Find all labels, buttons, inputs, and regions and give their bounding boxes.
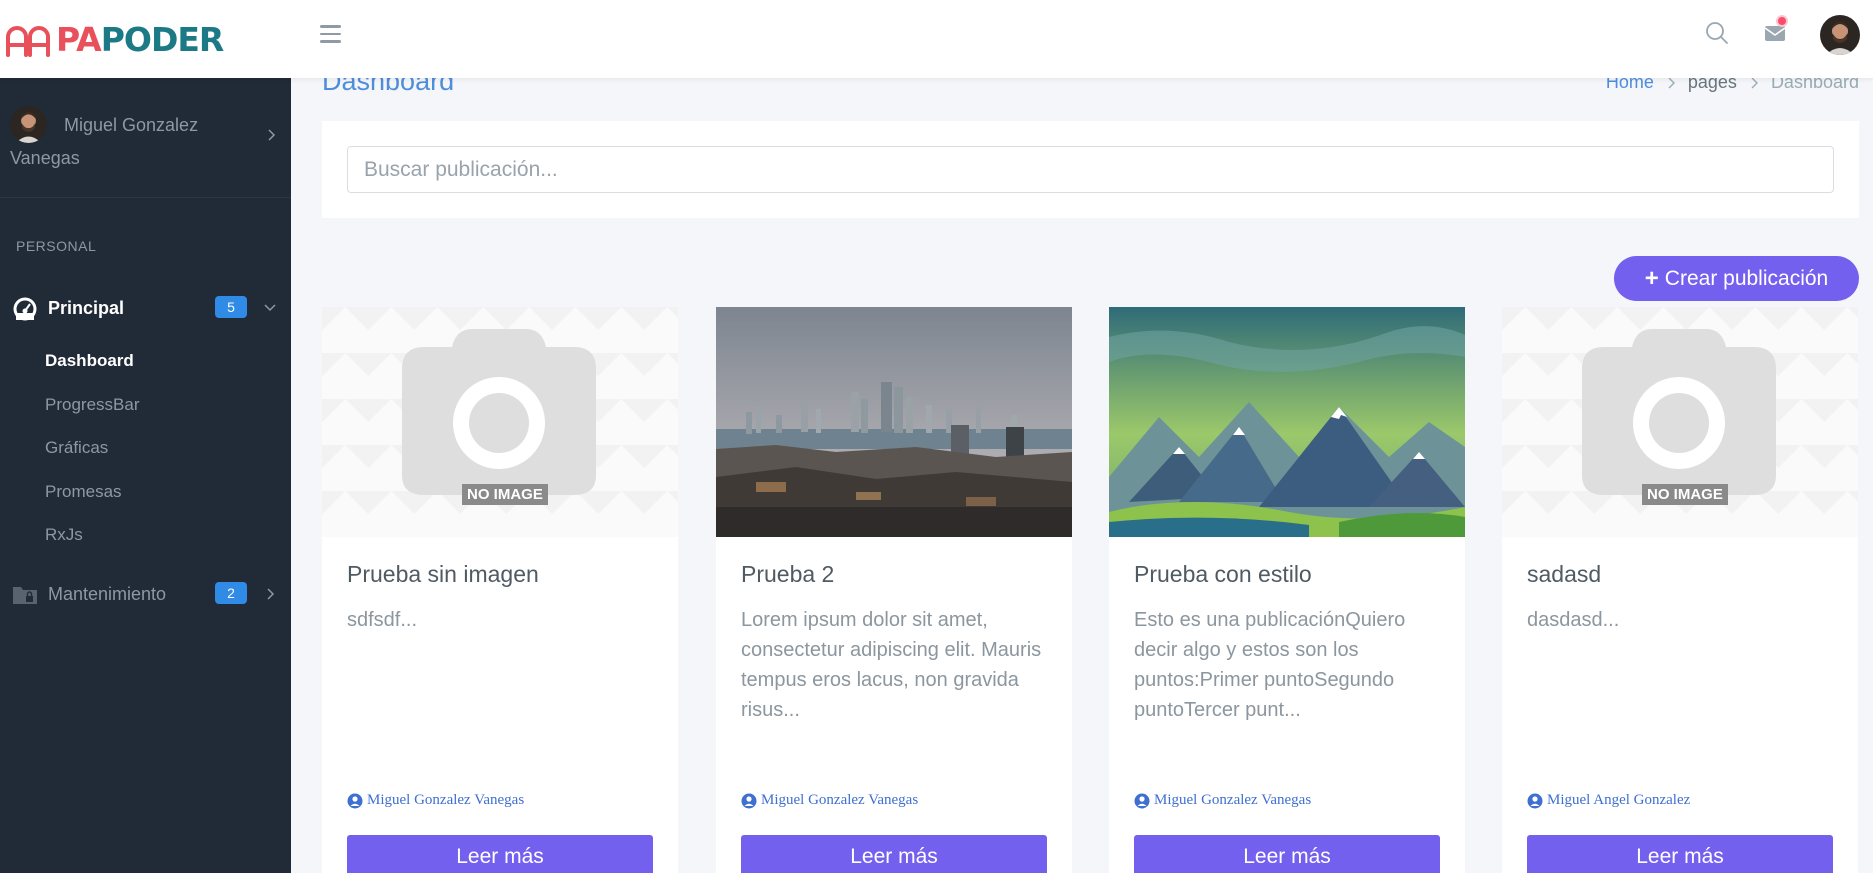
no-image-label: NO IMAGE [1642,484,1728,505]
post-author-name[interactable]: Miguel Gonzalez Vanegas [761,792,918,809]
chevron-down-icon [264,304,276,312]
city-skyline-photo [716,307,1072,537]
brand-logo[interactable]: PAPODER [0,0,291,78]
read-more-button[interactable]: Leer más [1527,835,1833,873]
notification-dot [1776,15,1788,27]
user-circle-icon [347,793,363,808]
nav-section-caption: PERSONAL [16,238,97,254]
post-image-placeholder: NO IMAGE [322,307,678,537]
post-author-name[interactable]: Miguel Angel Gonzalez [1547,792,1690,809]
read-more-button[interactable]: Leer más [1134,835,1440,873]
post-author: Miguel Gonzalez Vanegas [1134,792,1311,809]
user-avatar[interactable] [1820,15,1860,55]
user-circle-icon [741,793,757,808]
post-title: Prueba con estilo [1134,561,1312,587]
search-card [322,121,1859,218]
post-card: NO IMAGE sadasd dasdasd... Miguel Angel … [1502,307,1858,873]
sidebar-item-principal[interactable]: Principal 5 [0,288,291,328]
sidebar: Miguel Gonzalez Vanegas PERSONAL Princip… [0,78,291,873]
sidebar-item-rxjs[interactable]: RxJs [45,525,83,545]
post-author-name[interactable]: Miguel Gonzalez Vanegas [367,792,524,809]
count-badge: 2 [215,582,247,604]
mountains-illustration [1109,307,1465,537]
sidebar-item-dashboard[interactable]: Dashboard [45,351,134,371]
sidebar-item-promesas[interactable]: Promesas [45,482,122,502]
post-title: sadasd [1527,561,1602,587]
top-bar: PAPODER [0,0,1873,78]
post-author: Miguel Gonzalez Vanegas [741,792,918,809]
hamburger-icon-line [320,25,341,28]
sidebar-item-mantenimiento[interactable]: Mantenimiento 2 [0,574,291,614]
post-image-mountains [1109,307,1465,537]
sidebar-item-label: Mantenimiento [48,584,167,604]
read-more-button[interactable]: Leer más [347,835,653,873]
menu-toggle-button[interactable] [320,20,348,48]
chevron-right-icon [267,588,275,600]
sidebar-item-graficas[interactable]: Gráficas [45,438,108,458]
brand-name-part2: PODER [100,19,225,59]
hamburger-icon-line [320,32,341,36]
post-author-name[interactable]: Miguel Gonzalez Vanegas [1154,792,1311,809]
logo-mark-icon [6,26,50,57]
count-badge: 5 [215,296,247,318]
brand-name: PAPODER [56,19,225,59]
brand-name-part1: PA [56,19,102,59]
no-image-label: NO IMAGE [462,484,548,505]
sidebar-user-profile[interactable]: Miguel Gonzalez Vanegas [0,78,291,198]
avatar-image [1820,15,1860,55]
post-excerpt: Esto es una publicaciónQuiero decir algo… [1134,609,1406,721]
post-title: Prueba 2 [741,561,835,587]
post-image-placeholder: NO IMAGE [1502,307,1858,537]
user-circle-icon [1134,793,1150,808]
sidebar-item-label: Principal [48,298,125,318]
search-input[interactable] [347,146,1834,193]
post-card: Prueba 2 Lorem ipsum dolor sit amet, con… [716,307,1072,873]
sidebar-item-progressbar[interactable]: ProgressBar [45,395,139,415]
post-excerpt: sdfsdf... [347,609,418,631]
hamburger-icon-line [320,40,341,43]
create-post-label: Crear publicación [1664,266,1829,290]
user-circle-icon [1527,793,1543,808]
post-card: NO IMAGE Prueba sin imagen sdfsdf... Mig… [322,307,678,873]
camera-icon [1582,329,1776,495]
post-excerpt: Lorem ipsum dolor sit amet, consectetur … [741,609,1042,721]
post-author: Miguel Gonzalez Vanegas [347,792,524,809]
create-post-button[interactable]: + Crear publicación [1614,256,1859,301]
post-excerpt: dasdasd... [1527,609,1620,631]
read-more-button[interactable]: Leer más [741,835,1047,873]
search-icon[interactable] [1702,18,1732,48]
sidebar-user-name[interactable]: Miguel Gonzalez Vanegas [10,109,225,175]
plus-icon: + [1644,264,1659,292]
post-title: Prueba sin imagen [347,561,539,587]
post-author: Miguel Angel Gonzalez [1527,792,1690,809]
chevron-right-icon[interactable] [265,128,277,142]
post-image-city [716,307,1072,537]
gauge-icon [13,297,37,321]
post-card: Prueba con estilo Esto es una publicació… [1109,307,1465,873]
camera-icon [402,329,596,495]
folder-lock-icon [13,587,37,604]
